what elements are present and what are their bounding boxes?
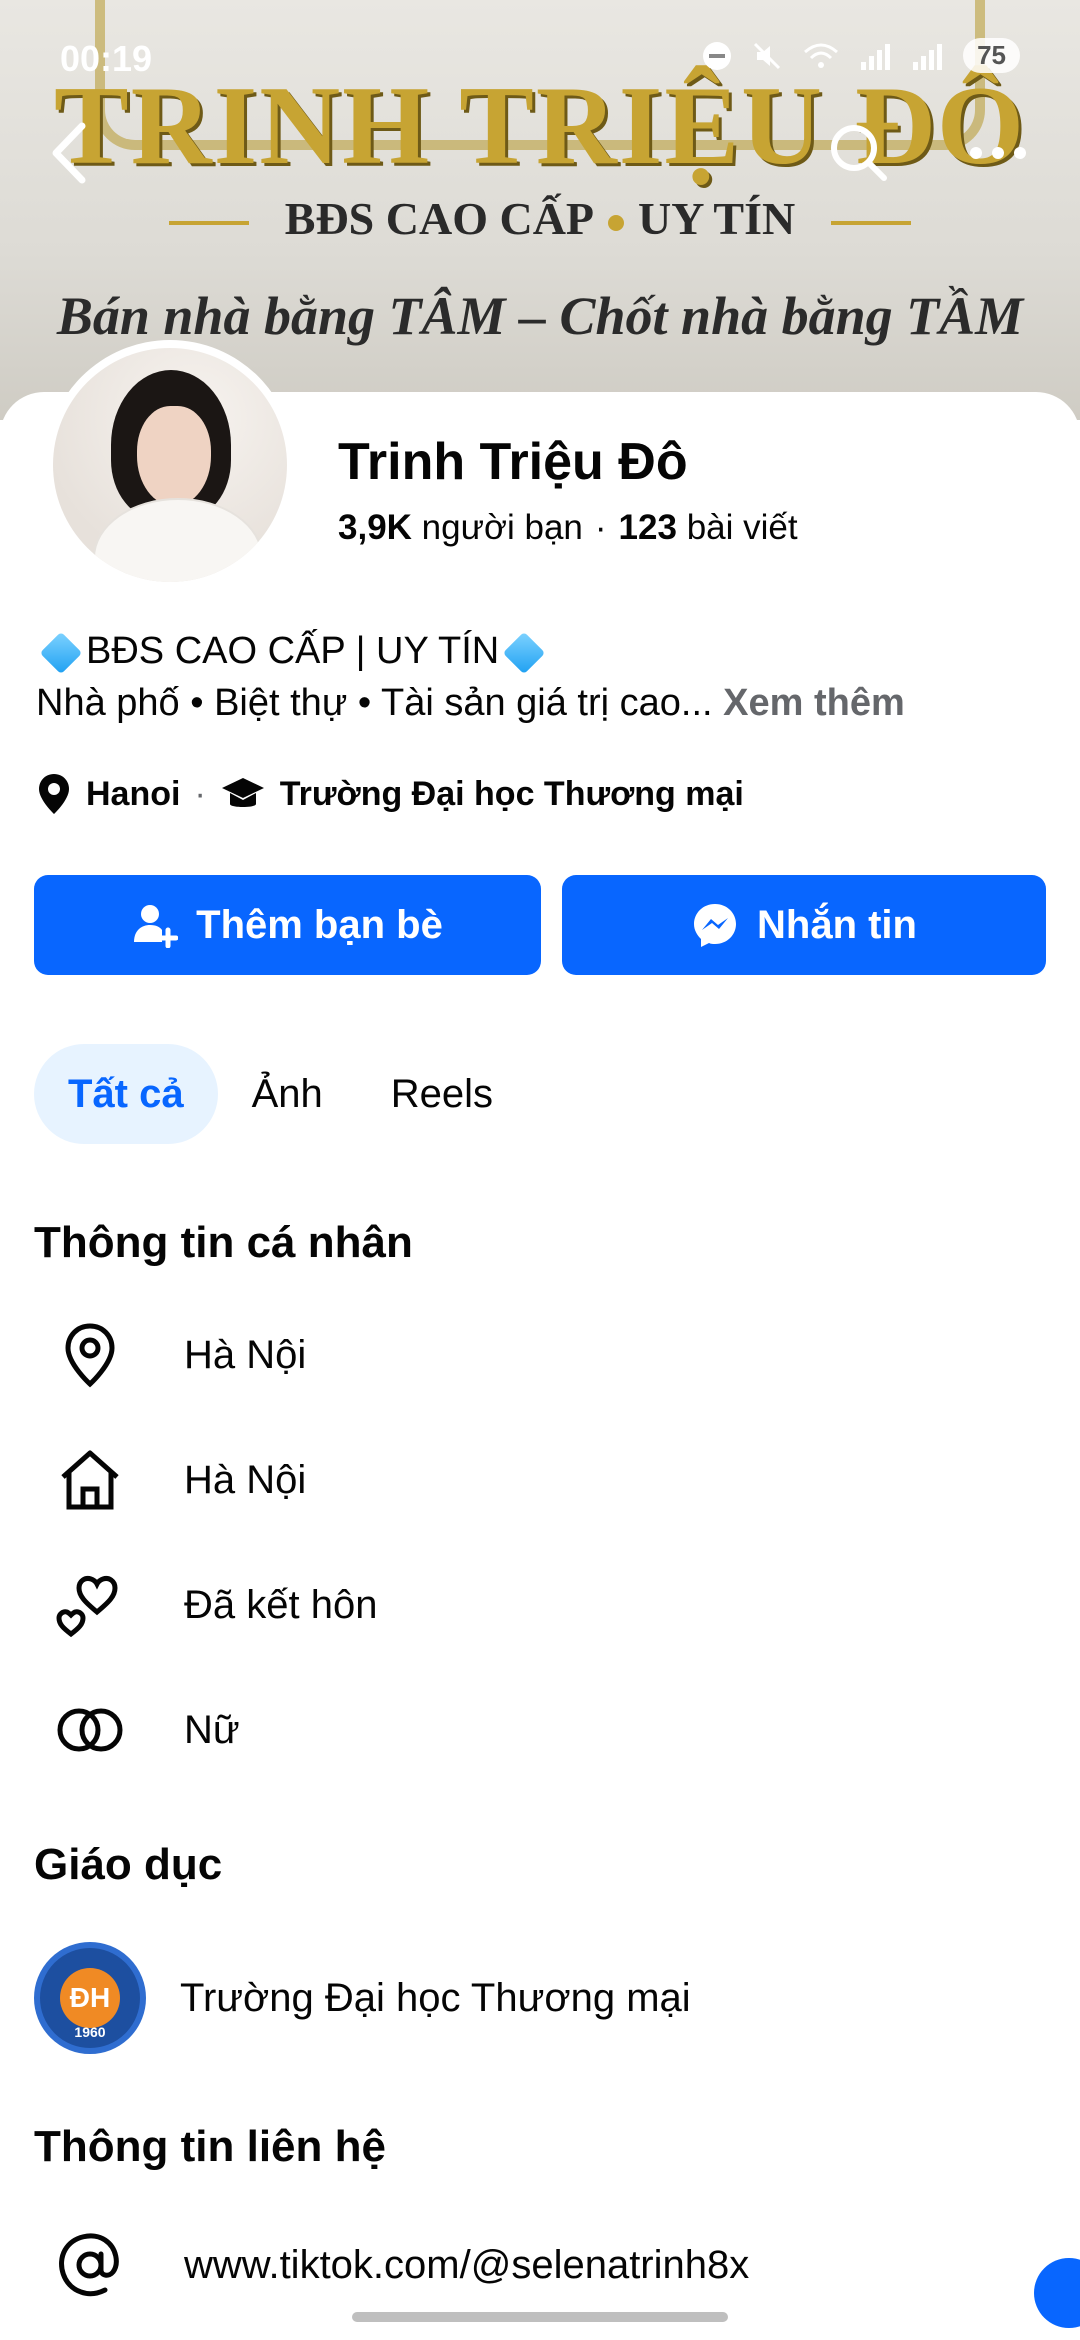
divider-dot bbox=[608, 215, 625, 232]
signal-icon bbox=[861, 43, 891, 70]
education-title: Giáo dục bbox=[34, 1840, 223, 1889]
home-icon bbox=[61, 1450, 119, 1510]
profile-stats: 3,9K người bạn · 123 bài viết bbox=[338, 508, 798, 547]
meta-school: Trường Đại học Thương mại bbox=[279, 774, 744, 813]
cover-subtitle-left: BĐS CAO CẤP bbox=[284, 193, 595, 244]
add-friend-button[interactable]: Thêm bạn bè bbox=[34, 875, 541, 975]
posts-label: bài viết bbox=[686, 508, 798, 547]
info-row-current-city: Hà Nội bbox=[52, 1310, 306, 1400]
friends-count[interactable]: 3,9K bbox=[338, 508, 412, 547]
profile-tabs: Tất cả Ảnh Reels bbox=[34, 1044, 527, 1144]
personal-info-title: Thông tin cá nhân bbox=[34, 1218, 413, 1267]
cover-slogan: Bán nhà bằng TÂM – Chốt nhà bằng TẦM bbox=[56, 286, 1024, 346]
search-icon[interactable] bbox=[826, 120, 890, 184]
dnd-icon bbox=[703, 41, 732, 70]
bio-line-1: BĐS CAO CẤP | UY TÍN bbox=[36, 630, 549, 675]
cover-subtitle: BĐS CAO CẤP UY TÍN bbox=[0, 192, 1080, 245]
tab-photos[interactable]: Ảnh bbox=[218, 1044, 357, 1144]
status-bar: 00:19 75 bbox=[0, 0, 1080, 110]
contact-info-title: Thông tin liên hệ bbox=[34, 2122, 386, 2171]
message-button[interactable]: Nhắn tin bbox=[562, 875, 1046, 975]
divider bbox=[831, 221, 912, 226]
diamond-icon bbox=[39, 631, 83, 675]
home-indicator[interactable] bbox=[352, 2312, 728, 2322]
status-time: 00:19 bbox=[60, 38, 153, 79]
mute-icon bbox=[754, 42, 781, 69]
profile-name: Trinh Triệu Đô bbox=[338, 433, 688, 491]
profile-meta: Hanoi · Trường Đại học Thương mại bbox=[36, 772, 744, 816]
messenger-icon bbox=[694, 904, 736, 947]
more-options-icon[interactable] bbox=[970, 140, 1040, 166]
see-more-link[interactable]: Xem thêm bbox=[723, 682, 905, 724]
cover-subtitle-right: UY TÍN bbox=[638, 193, 796, 244]
hearts-icon bbox=[56, 1576, 118, 1638]
tab-reels[interactable]: Reels bbox=[357, 1044, 527, 1144]
location-pin-icon bbox=[65, 1323, 115, 1388]
signal-icon bbox=[913, 43, 943, 70]
divider bbox=[168, 221, 249, 226]
info-row-hometown: Hà Nội bbox=[52, 1435, 306, 1525]
bio-text: Nhà phố • Biệt thự • Tài sản giá trị cao… bbox=[36, 682, 713, 724]
meta-location: Hanoi bbox=[86, 774, 181, 813]
info-text: Nữ bbox=[184, 1707, 240, 1752]
battery-indicator: 75 bbox=[963, 38, 1020, 73]
info-row-website[interactable]: www.tiktok.com/@selenatrinh8x bbox=[52, 2220, 749, 2310]
bio-line-2: Nhà phố • Biệt thự • Tài sản giá trị cao… bbox=[36, 682, 905, 725]
school-logo: ĐH 1960 bbox=[34, 1942, 146, 2054]
status-icons: 75 bbox=[701, 38, 1020, 73]
website-link[interactable]: www.tiktok.com/@selenatrinh8x bbox=[184, 2243, 749, 2288]
friends-label[interactable]: người bạn bbox=[422, 508, 583, 547]
posts-count: 123 bbox=[618, 508, 677, 547]
info-row-school[interactable]: ĐH 1960 Trường Đại học Thương mại bbox=[34, 1940, 691, 2056]
school-logo-year: 1960 bbox=[74, 2024, 106, 2040]
tab-all[interactable]: Tất cả bbox=[34, 1044, 218, 1144]
avatar[interactable] bbox=[45, 340, 295, 590]
school-name: Trường Đại học Thương mại bbox=[180, 1975, 691, 2020]
gender-rings-icon bbox=[57, 1708, 123, 1752]
bio-text: BĐS CAO CẤP | UY TÍN bbox=[86, 630, 500, 672]
message-label: Nhắn tin bbox=[757, 902, 917, 947]
add-person-icon bbox=[134, 905, 179, 948]
info-text: Hà Nội bbox=[184, 1332, 307, 1377]
avatar-photo bbox=[53, 348, 287, 582]
diamond-icon bbox=[503, 631, 546, 675]
at-sign-icon bbox=[59, 2233, 119, 2297]
location-pin-icon bbox=[39, 774, 69, 814]
graduation-cap-icon bbox=[221, 778, 264, 807]
info-text: Đã kết hôn bbox=[184, 1582, 378, 1627]
info-row-gender: Nữ bbox=[52, 1685, 240, 1775]
add-friend-label: Thêm bạn bè bbox=[196, 902, 443, 947]
info-text: Hà Nội bbox=[184, 1457, 307, 1502]
info-row-relationship: Đã kết hôn bbox=[52, 1560, 377, 1650]
back-arrow-icon[interactable] bbox=[40, 118, 100, 188]
wifi-icon bbox=[804, 43, 839, 68]
